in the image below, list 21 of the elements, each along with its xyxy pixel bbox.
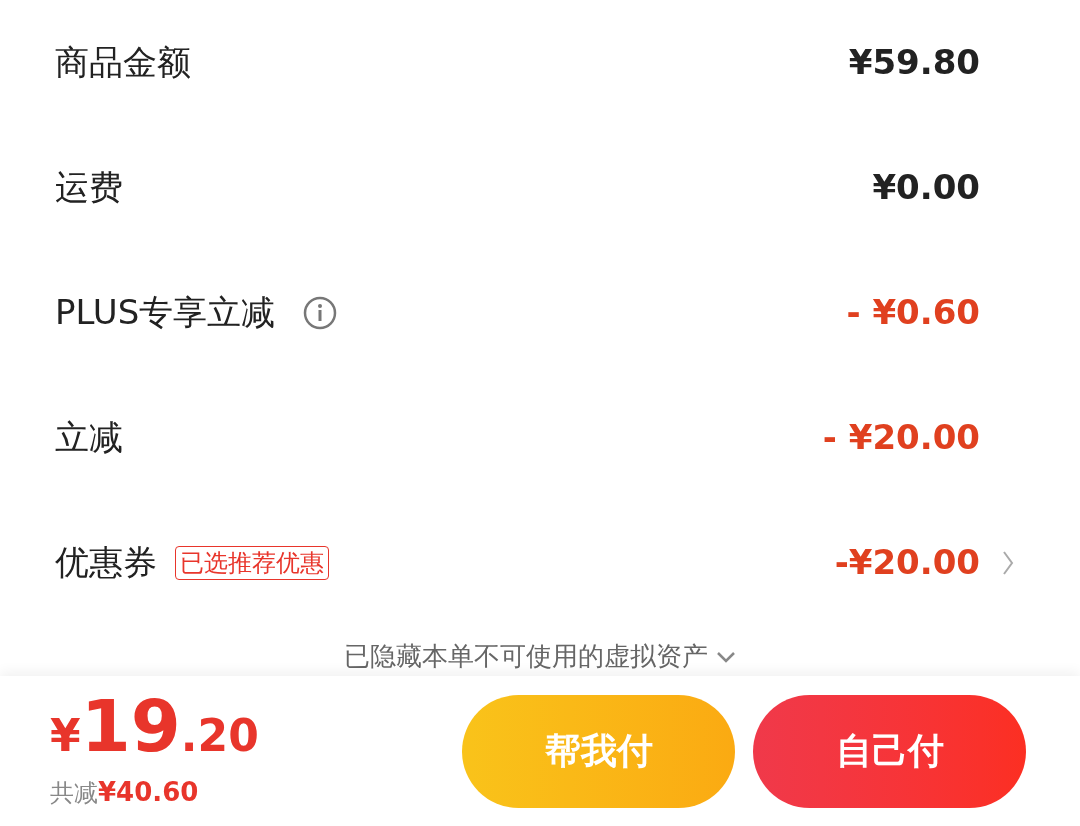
saved-label: 共减	[50, 778, 98, 809]
row-label: 优惠券	[55, 541, 157, 584]
row-amount: ¥59.80	[848, 41, 980, 84]
pay-myself-button[interactable]: 自己付	[753, 694, 1026, 808]
row-label: 运费	[55, 166, 123, 209]
hidden-assets-note[interactable]: 已隐藏本单不可使用的虚拟资产	[344, 637, 708, 676]
total-price-decimal: .20	[180, 709, 259, 763]
recommended-badge: 已选推荐优惠	[175, 545, 329, 580]
total-price: 19	[80, 690, 181, 762]
chevron-right-icon[interactable]	[1002, 549, 1014, 576]
saved-amount: ¥40.60	[98, 776, 199, 809]
row-label: 立减	[55, 416, 123, 459]
row-amount: ¥0.00	[872, 166, 980, 209]
row-label: PLUS专享立减	[55, 291, 276, 334]
row-amount: - ¥0.60	[846, 291, 980, 334]
row-label: 商品金额	[55, 41, 191, 84]
currency-symbol: ¥	[50, 709, 81, 763]
info-icon[interactable]	[303, 295, 338, 330]
chevron-down-icon[interactable]	[716, 650, 736, 663]
row-amount: -¥20.00	[834, 541, 980, 584]
row-amount: - ¥20.00	[822, 416, 980, 459]
